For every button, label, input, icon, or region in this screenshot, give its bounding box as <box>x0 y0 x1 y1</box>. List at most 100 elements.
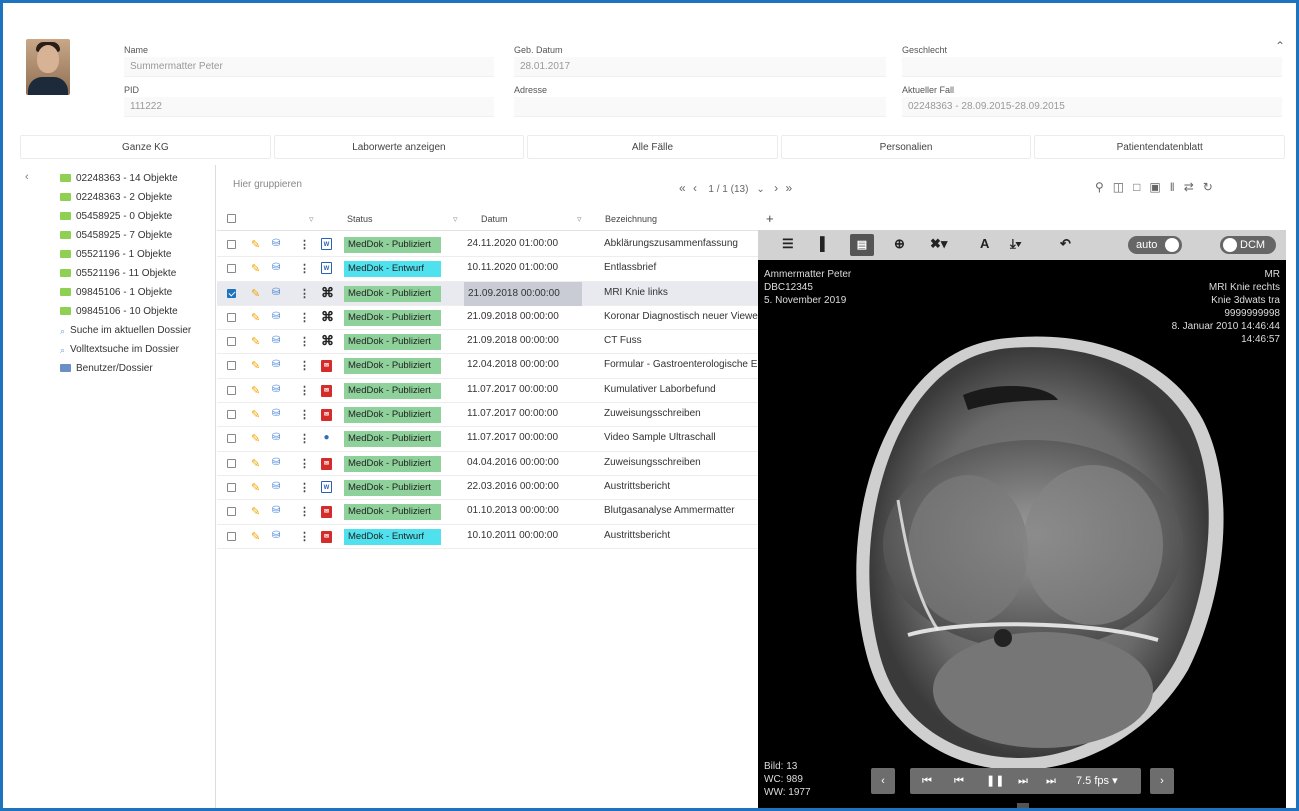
columns-icon[interactable]: ‖ <box>1170 180 1184 194</box>
more-icon[interactable]: ⋮ <box>299 505 310 518</box>
archive-icon[interactable]: ⛁ <box>272 481 280 492</box>
collapse-sidebar-icon[interactable]: ‹ <box>25 171 29 183</box>
annotation-text-icon[interactable]: A <box>980 236 989 251</box>
archive-icon[interactable]: ⛁ <box>272 384 280 395</box>
edit-icon[interactable]: ✎ <box>251 408 260 421</box>
table-row[interactable]: ✎ ⛁ ⋮ W MedDok - Publiziert 24.11.2020 01:00:… <box>217 233 758 258</box>
archive-icon[interactable]: ⛁ <box>272 505 280 516</box>
edit-icon[interactable]: ✎ <box>251 262 260 275</box>
skip-end-icon[interactable]: ⏭ <box>1046 768 1056 794</box>
skip-start-icon[interactable]: ⏮ <box>922 768 932 794</box>
column-bezeichnung[interactable]: Bezeichnung <box>605 214 657 224</box>
archive-icon[interactable]: ⛁ <box>272 457 280 468</box>
more-icon[interactable]: ⋮ <box>299 359 310 372</box>
zoom-icon[interactable]: ⊕ <box>894 236 905 252</box>
share-icon[interactable]: ⇄ <box>1184 180 1203 194</box>
row-checkbox[interactable] <box>227 507 236 519</box>
row-checkbox[interactable] <box>227 312 236 325</box>
row-checkbox[interactable] <box>227 337 236 349</box>
filter-icon[interactable]: ▿ <box>577 214 582 225</box>
row-checkbox[interactable] <box>227 240 236 252</box>
edit-icon[interactable]: ✎ <box>251 238 260 251</box>
table-row[interactable]: ✎ ⛁ ⋮ ⌘ MedDok - Publiziert 21.09.2018 00:00:… <box>217 281 758 306</box>
dcm-toggle[interactable]: DCM <box>1220 236 1276 254</box>
add-tab-icon[interactable]: + <box>766 211 774 226</box>
sidebar-item[interactable]: 02248363 - 14 Objekte <box>60 169 191 188</box>
edit-icon[interactable]: ✎ <box>251 530 260 543</box>
archive-icon[interactable]: ⛁ <box>272 238 280 249</box>
edit-icon[interactable]: ✎ <box>251 432 260 445</box>
archive-icon[interactable]: ⛁ <box>272 335 280 346</box>
more-icon[interactable]: ⋮ <box>299 311 310 324</box>
archive-icon[interactable]: ⛁ <box>272 432 280 443</box>
first-page-icon[interactable]: « <box>679 181 688 195</box>
archive-icon[interactable]: ⛁ <box>272 408 280 419</box>
sidebar-item[interactable]: Benutzer/Dossier <box>60 359 191 378</box>
sidebar-item[interactable]: 02248363 - 2 Objekte <box>60 188 191 207</box>
edit-icon[interactable]: ✎ <box>251 384 260 397</box>
sidebar-item[interactable]: 09845106 - 1 Objekte <box>60 283 191 302</box>
row-checkbox[interactable] <box>227 385 236 398</box>
sidebar-item[interactable]: ⌕ Suche im aktuellen Dossier <box>60 321 191 340</box>
more-icon[interactable]: ⋮ <box>299 530 310 543</box>
filter-icon[interactable]: ▿ <box>309 214 314 225</box>
row-checkbox[interactable] <box>227 482 236 495</box>
tab-laborwerte[interactable]: Laborwerte anzeigen <box>273 135 525 159</box>
more-icon[interactable]: ⋮ <box>299 238 310 251</box>
sidebar-item[interactable]: 05521196 - 1 Objekte <box>60 245 191 264</box>
row-checkbox[interactable] <box>227 264 236 276</box>
archive-icon[interactable]: ⛁ <box>272 359 280 370</box>
split-view-icon[interactable]: ◫ <box>1113 180 1133 194</box>
row-checkbox[interactable] <box>227 410 236 422</box>
menu-icon[interactable]: ☰ <box>782 236 794 252</box>
table-row[interactable]: ✎ ⛁ ⋮ W MedDok - Publiziert 22.03.2016 00:00:… <box>217 476 758 501</box>
more-icon[interactable]: ⋮ <box>299 287 310 300</box>
edit-icon[interactable]: ✎ <box>251 505 260 518</box>
table-row[interactable]: ✎ ⛁ ⋮ ● MedDok - Publiziert 11.07.2017 00:00:… <box>217 427 758 452</box>
more-icon[interactable]: ⋮ <box>299 457 310 470</box>
row-checkbox[interactable] <box>227 434 236 446</box>
tools-icon[interactable]: ✖▾ <box>930 236 947 252</box>
step-forward-icon[interactable]: ⏭ <box>1018 768 1028 794</box>
tab-personalien[interactable]: Personalien <box>780 135 1032 159</box>
page-indicator[interactable]: 1 / 1 (13) <box>708 184 748 195</box>
resize-handle[interactable] <box>1017 803 1029 808</box>
column-status[interactable]: Status <box>347 214 373 224</box>
next-series-button[interactable]: › <box>1150 768 1174 794</box>
filter-icon[interactable]: ▿ <box>453 214 458 225</box>
sidebar-item[interactable]: 05521196 - 11 Objekte <box>60 264 191 283</box>
archive-icon[interactable]: ⛁ <box>272 262 280 273</box>
last-page-icon[interactable]: » <box>785 181 794 195</box>
archive-icon[interactable]: ⛁ <box>272 530 280 541</box>
more-icon[interactable]: ⋮ <box>299 432 310 445</box>
row-checkbox[interactable] <box>227 458 236 471</box>
column-datum[interactable]: Datum <box>481 214 508 224</box>
tab-alle-faelle[interactable]: Alle Fälle <box>527 135 778 159</box>
more-icon[interactable]: ⋮ <box>299 384 310 397</box>
table-row[interactable]: ✎ ⛁ ⋮ ✉ MedDok - Publiziert 12.04.2018 00:00:… <box>217 354 758 379</box>
search-icon[interactable]: ⚲ <box>1095 180 1113 194</box>
bookmark-icon[interactable]: ▌ <box>820 236 829 251</box>
table-row[interactable]: ✎ ⛁ ⋮ ⌘ MedDok - Publiziert 21.09.2018 00:00:… <box>217 306 758 331</box>
prev-page-icon[interactable]: ‹ <box>693 181 699 195</box>
more-icon[interactable]: ⋮ <box>299 262 310 275</box>
sidebar-item[interactable]: 05458925 - 0 Objekte <box>60 207 191 226</box>
tab-patientendatenblatt[interactable]: Patientendatenblatt <box>1034 135 1285 159</box>
archive-icon[interactable]: ⛁ <box>272 311 280 322</box>
collapse-icon[interactable]: ⌃ <box>1275 39 1285 53</box>
next-page-icon[interactable]: › <box>774 181 780 195</box>
edit-icon[interactable]: ✎ <box>251 481 260 494</box>
table-row[interactable]: ✎ ⛁ ⋮ ✉ MedDok - Publiziert 01.10.2013 00:00:… <box>217 500 758 525</box>
table-row[interactable]: ✎ ⛁ ⋮ W MedDok - Entwurf 10.11.2020 01:00:00 E… <box>217 257 758 282</box>
row-checkbox[interactable] <box>227 361 236 373</box>
file-icon[interactable]: ▣ <box>1149 180 1169 194</box>
fps-select[interactable]: 7.5 fps ▾ <box>1076 768 1118 794</box>
sidebar-item[interactable]: 09845106 - 10 Objekte <box>60 302 191 321</box>
row-checkbox[interactable] <box>227 288 236 301</box>
table-row[interactable]: ✎ ⛁ ⋮ ✉ MedDok - Publiziert 11.07.2017 00:00:… <box>217 403 758 428</box>
more-icon[interactable]: ⋮ <box>299 408 310 421</box>
undo-icon[interactable]: ↶ <box>1060 236 1071 252</box>
more-icon[interactable]: ⋮ <box>299 481 310 494</box>
chevron-down-icon[interactable]: ⌄ <box>756 184 764 195</box>
table-row[interactable]: ✎ ⛁ ⋮ ⌘ MedDok - Publiziert 21.09.2018 00:00:… <box>217 330 758 355</box>
